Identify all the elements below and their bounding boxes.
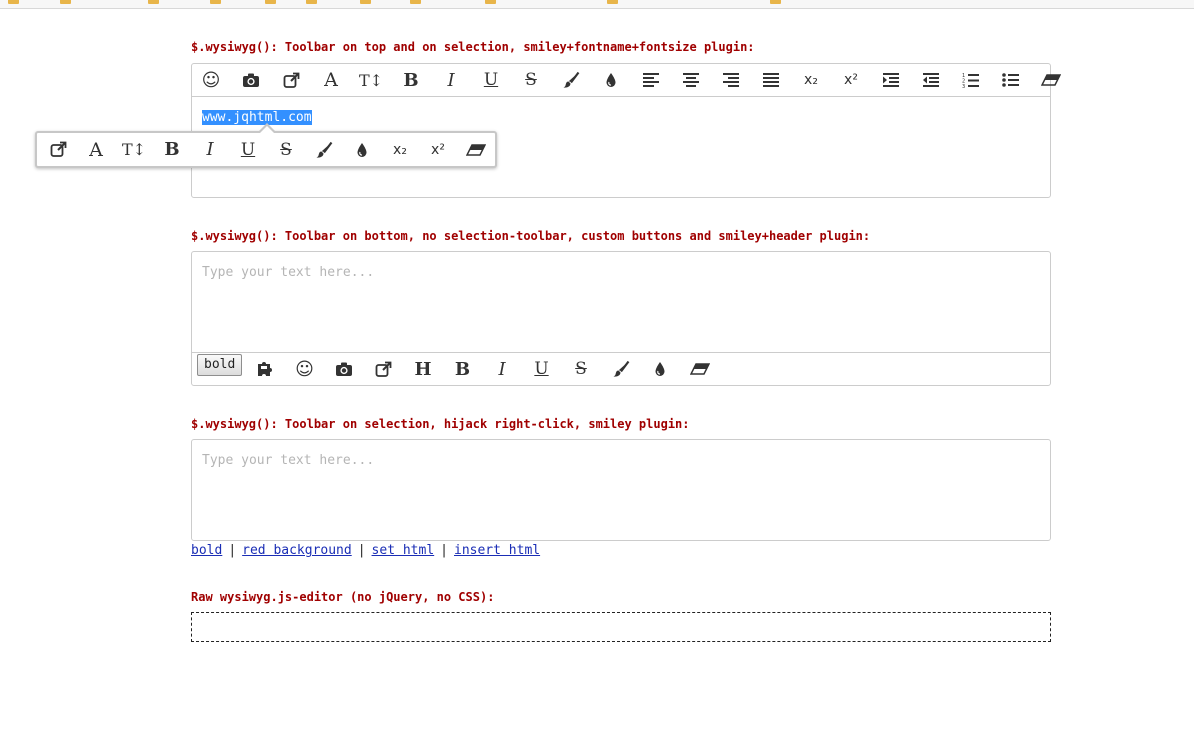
svg-text:3: 3 — [962, 84, 965, 88]
brush-icon[interactable] — [553, 64, 589, 96]
bookmark-item[interactable] — [306, 0, 320, 5]
editor-2[interactable]: Type your text here... bold ☺ H B I U S — [191, 251, 1051, 386]
underline-icon[interactable]: U — [473, 64, 509, 96]
align-right-icon[interactable] — [713, 64, 749, 96]
red-background-link[interactable]: red background — [242, 543, 352, 558]
folder-icon — [410, 0, 421, 4]
font-size-icon[interactable]: T↕ — [353, 64, 389, 96]
folder-icon — [306, 0, 317, 4]
bold-icon[interactable]: B — [154, 133, 190, 166]
section4-title: Raw wysiwyg.js-editor (no jQuery, no CSS… — [191, 590, 495, 604]
folder-icon — [770, 0, 781, 4]
section2-title: $.wysiwyg(): Toolbar on bottom, no selec… — [191, 229, 871, 243]
align-center-icon[interactable] — [673, 64, 709, 96]
bookmark-item[interactable] — [770, 0, 784, 5]
font-name-icon[interactable]: A — [313, 64, 349, 96]
folder-icon — [210, 0, 221, 4]
unordered-list-icon[interactable] — [993, 64, 1029, 96]
action-links: bold | red background | set html | insert html — [191, 543, 540, 558]
bold-link[interactable]: bold — [191, 543, 222, 558]
strikethrough-icon[interactable]: S — [513, 64, 549, 96]
drop-icon[interactable] — [344, 133, 380, 166]
drop-icon[interactable] — [593, 64, 629, 96]
bookmark-item[interactable] — [607, 0, 621, 5]
ordered-list-icon[interactable]: 123 — [953, 64, 989, 96]
editor-3[interactable]: Type your text here... — [191, 439, 1051, 541]
link-icon[interactable] — [366, 353, 402, 385]
folder-icon — [265, 0, 276, 4]
strikethrough-icon[interactable]: S — [268, 133, 304, 166]
folder-icon — [360, 0, 371, 4]
bookmark-item[interactable] — [485, 0, 499, 5]
folder-icon — [148, 0, 159, 4]
set-html-link[interactable]: set html — [372, 543, 435, 558]
drop-icon[interactable] — [642, 353, 678, 385]
bookmarks-bar — [0, 0, 1194, 9]
bookmark-item[interactable] — [360, 0, 374, 5]
selection-toolbar: A T↕ B I U Sx₂ x² — [35, 123, 497, 168]
editor-2-toolbar: bold ☺ H B I U S — [192, 352, 1050, 385]
camera-icon[interactable] — [233, 64, 269, 96]
italic-icon[interactable]: I — [192, 133, 228, 166]
header-icon[interactable]: H — [405, 353, 441, 385]
outdent-icon[interactable] — [913, 64, 949, 96]
eraser-icon[interactable] — [682, 353, 718, 385]
editor-2-placeholder: Type your text here... — [202, 265, 375, 280]
subscript-icon[interactable]: x₂ — [793, 64, 829, 96]
section1-title: $.wysiwyg(): Toolbar on top and on selec… — [191, 40, 755, 54]
raw-editor[interactable] — [191, 612, 1051, 642]
eraser-icon[interactable] — [458, 133, 494, 166]
underline-icon[interactable]: U — [524, 353, 560, 385]
bookmark-item[interactable] — [148, 0, 162, 5]
bold-button[interactable]: bold — [197, 354, 243, 376]
font-name-icon[interactable]: A — [78, 133, 114, 166]
editor-3-placeholder: Type your text here... — [202, 453, 375, 468]
link-icon[interactable] — [273, 64, 309, 96]
font-size-icon[interactable]: T↕ — [116, 133, 152, 166]
link-separator: | — [440, 543, 448, 558]
section3-title: $.wysiwyg(): Toolbar on selection, hijac… — [191, 417, 690, 431]
brush-icon[interactable] — [603, 353, 639, 385]
brush-icon[interactable] — [306, 133, 342, 166]
link-separator: | — [228, 543, 237, 558]
folder-icon — [8, 0, 19, 4]
bookmark-item[interactable] — [60, 0, 74, 5]
bookmark-item[interactable] — [265, 0, 279, 5]
camera-icon[interactable] — [326, 353, 362, 385]
insert-html-link[interactable]: insert html — [454, 543, 540, 558]
folder-icon — [60, 0, 71, 4]
smiley-icon[interactable]: ☺ — [287, 353, 323, 385]
underline-icon[interactable]: U — [230, 133, 266, 166]
folder-icon — [485, 0, 496, 4]
bold-icon[interactable]: B — [393, 64, 429, 96]
bookmark-item[interactable] — [8, 0, 22, 5]
subscript-icon[interactable]: x₂ — [382, 133, 418, 166]
link-separator: | — [357, 543, 366, 558]
selection-toolbar-buttons: A T↕ B I U Sx₂ x² — [37, 133, 495, 166]
align-left-icon[interactable] — [633, 64, 669, 96]
eraser-icon[interactable] — [1033, 64, 1069, 96]
folder-icon — [607, 0, 618, 4]
strikethrough-icon[interactable]: S — [563, 353, 599, 385]
bookmark-item[interactable] — [210, 0, 224, 5]
superscript-icon[interactable]: x² — [420, 133, 456, 166]
link-icon[interactable] — [40, 133, 76, 166]
bookmark-item[interactable] — [410, 0, 424, 5]
puzzle-icon[interactable] — [247, 353, 283, 385]
bold-icon[interactable]: B — [445, 353, 481, 385]
italic-icon[interactable]: I — [433, 64, 469, 96]
align-justify-icon[interactable] — [753, 64, 789, 96]
smiley-icon[interactable]: ☺ — [193, 64, 229, 96]
indent-icon[interactable] — [873, 64, 909, 96]
italic-icon[interactable]: I — [484, 353, 520, 385]
editor-1-toolbar: ☺ A T↕ B I U Sx₂ x² 1 2 3 — [192, 64, 1061, 97]
superscript-icon[interactable]: x² — [833, 64, 869, 96]
